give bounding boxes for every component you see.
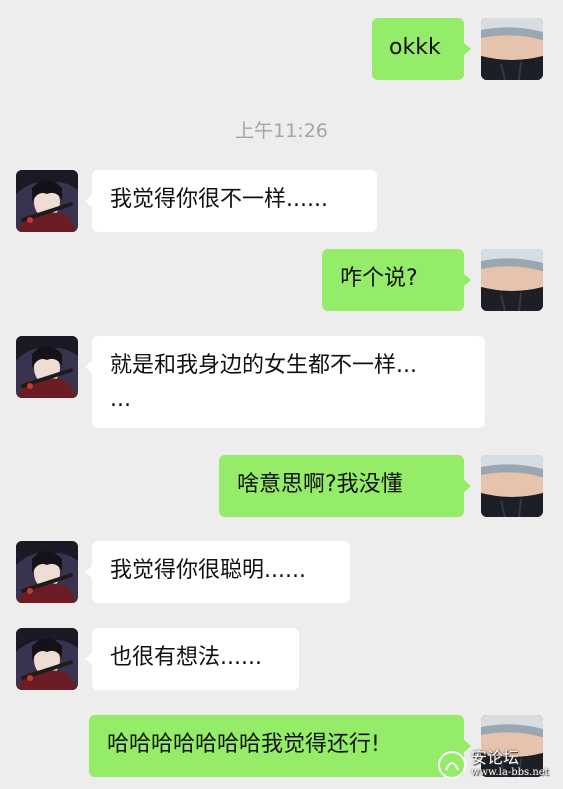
message-bubble-incoming[interactable]: 就是和我身边的女生都不一样... ... bbox=[85, 336, 485, 428]
watermark-url: www.la-bbs.net bbox=[471, 767, 549, 778]
avatar-photo-icon bbox=[481, 249, 543, 311]
avatar-photo-icon bbox=[481, 455, 543, 517]
message-bubble-outgoing[interactable]: okkk bbox=[372, 18, 471, 80]
avatar-anime-icon bbox=[16, 541, 78, 603]
contact-avatar[interactable] bbox=[16, 170, 78, 232]
self-avatar[interactable] bbox=[481, 455, 543, 517]
message-bubble-outgoing[interactable]: 咋个说? bbox=[322, 249, 471, 311]
contact-avatar[interactable] bbox=[16, 336, 78, 398]
avatar-anime-icon bbox=[16, 628, 78, 690]
message-bubble-incoming[interactable]: 也很有想法...... bbox=[85, 628, 299, 690]
watermark-text: 安论坛 www.la-bbs.net bbox=[471, 748, 549, 779]
message-bubble-outgoing[interactable]: 哈哈哈哈哈哈哈我觉得还行! bbox=[89, 715, 471, 777]
self-avatar[interactable] bbox=[481, 249, 543, 311]
contact-avatar[interactable] bbox=[16, 628, 78, 690]
watermark-logo-icon bbox=[438, 751, 466, 779]
site-watermark: 安论坛 www.la-bbs.net bbox=[437, 747, 557, 783]
message-bubble-incoming[interactable]: 我觉得你很不一样...... bbox=[85, 170, 377, 232]
avatar-photo-icon bbox=[481, 18, 543, 80]
message-bubble-outgoing[interactable]: 啥意思啊?我没懂 bbox=[219, 455, 471, 517]
avatar-anime-icon bbox=[16, 170, 78, 232]
message-bubble-incoming[interactable]: 我觉得你很聪明...... bbox=[85, 541, 350, 603]
avatar-anime-icon bbox=[16, 336, 78, 398]
contact-avatar[interactable] bbox=[16, 541, 78, 603]
message-timestamp: 上午11:26 bbox=[235, 120, 328, 142]
self-avatar[interactable] bbox=[481, 18, 543, 80]
